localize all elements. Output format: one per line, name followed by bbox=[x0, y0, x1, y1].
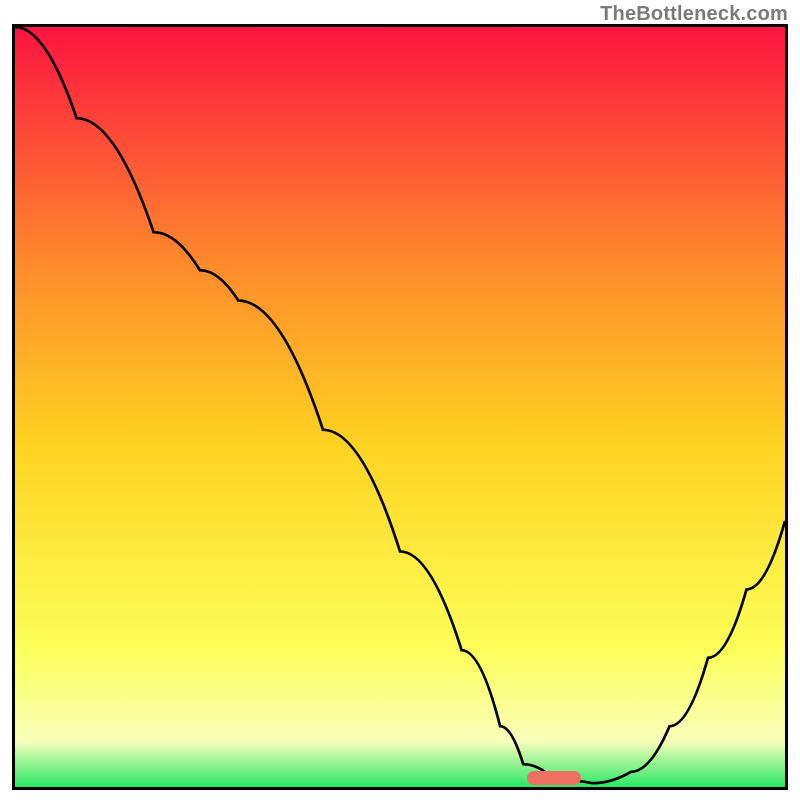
bottleneck-marker bbox=[527, 771, 581, 785]
chart-frame bbox=[12, 24, 788, 790]
chart-curve bbox=[15, 27, 785, 787]
attribution-text: TheBottleneck.com bbox=[600, 3, 788, 26]
